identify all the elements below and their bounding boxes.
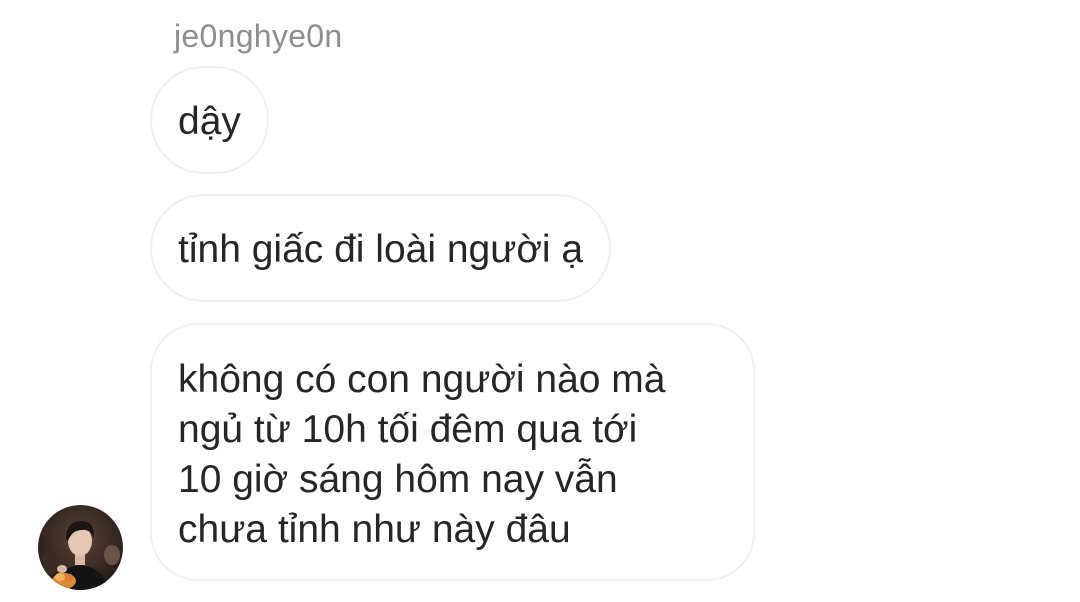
message-bubble[interactable]: không có con người nào mà ngủ từ 10h tối… (150, 323, 755, 581)
profile-photo-avatar-icon (38, 505, 123, 590)
message-bubble[interactable]: dậy (150, 66, 269, 174)
sender-username[interactable]: je0nghye0n (174, 16, 342, 56)
message-text: tỉnh giấc đi loài người ạ (178, 228, 584, 271)
message-text-line: ngủ từ 10h tối đêm qua tới (178, 408, 638, 451)
message-text-line: chưa tỉnh như này đâu (178, 508, 571, 551)
message-bubble[interactable]: tỉnh giấc đi loài người ạ (150, 194, 612, 302)
message-text-line: không có con người nào mà (178, 358, 666, 401)
message-text-line: 10 giờ sáng hôm nay vẫn (178, 458, 618, 501)
sender-avatar[interactable] (38, 505, 123, 590)
message-text: dậy (178, 100, 241, 143)
